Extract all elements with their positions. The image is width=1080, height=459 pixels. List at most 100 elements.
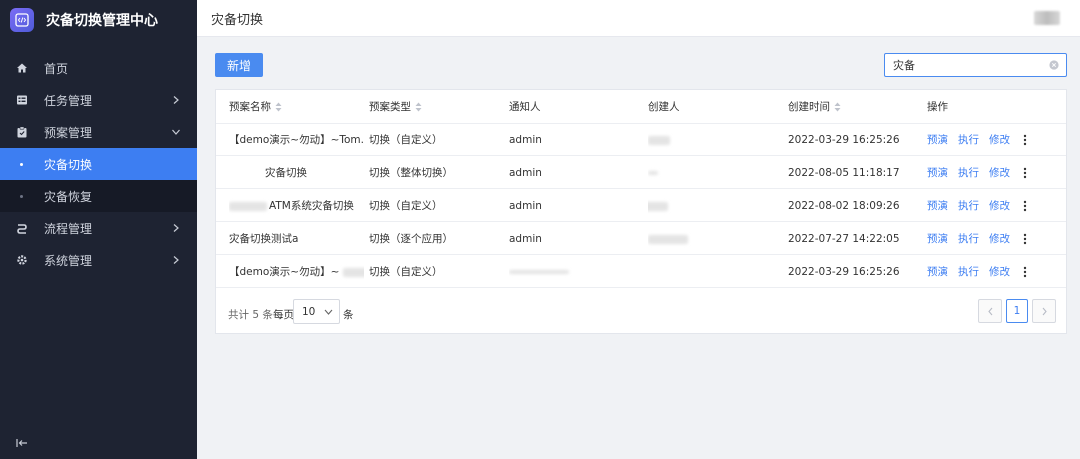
redacted-prefix (229, 201, 267, 211)
preview-link[interactable]: 预演 (927, 266, 948, 278)
execute-link[interactable]: 执行 (958, 134, 979, 146)
more-icon[interactable] (1023, 134, 1027, 146)
table-row: 灾备切换测试a 切换（逐个应用） admin 2022-07-27 14:22:… (216, 223, 1066, 255)
sidebar-item-dr-restore[interactable]: 灾备恢复 (0, 180, 197, 212)
preview-link[interactable]: 预演 (927, 233, 948, 245)
sidebar-item-dr-switch[interactable]: 灾备切换 (0, 148, 197, 180)
plan-type: 切换（逐个应用） (369, 233, 453, 245)
home-icon (16, 62, 28, 74)
row-actions: 预演 执行 修改 (927, 190, 1067, 222)
page-header: 灾备切换 (197, 0, 1080, 37)
sidebar-item-label: 流程管理 (44, 221, 93, 236)
edit-link[interactable]: 修改 (989, 167, 1010, 179)
plan-name: 灾备切换测试a (229, 233, 299, 245)
column-header-type[interactable]: 预案类型 (369, 90, 489, 124)
sidebar-item-system[interactable]: 系统管理 (0, 244, 197, 276)
plan-type: 切换（自定义） (369, 200, 443, 212)
edit-link[interactable]: 修改 (989, 233, 1010, 245)
plan-name: 灾备切换 (265, 167, 307, 179)
notify-redacted (509, 256, 629, 288)
execute-link[interactable]: 执行 (958, 233, 979, 245)
sidebar-item-home[interactable]: 首页 (0, 52, 197, 84)
column-header-name[interactable]: 预案名称 (229, 90, 364, 124)
table-row: ATM系统灾备切换 切换（自定义） admin 2022-08-02 18:09… (216, 190, 1066, 222)
page-number-current[interactable]: 1 (1006, 299, 1028, 323)
execute-link[interactable]: 执行 (958, 167, 979, 179)
more-icon[interactable] (1023, 233, 1027, 245)
edit-link[interactable]: 修改 (989, 266, 1010, 278)
sidebar-item-flows[interactable]: 流程管理 (0, 212, 197, 244)
sidebar-item-label: 首页 (44, 61, 69, 76)
created-time: 2022-07-27 14:22:05 (788, 233, 900, 245)
prev-page-button[interactable] (978, 299, 1002, 323)
add-button[interactable]: 新增 (215, 53, 263, 77)
sidebar-item-plans[interactable]: 预案管理 (0, 116, 197, 148)
created-time: 2022-08-05 11:18:17 (788, 167, 900, 179)
page-size-unit: 条 (343, 309, 354, 321)
avatar[interactable] (1034, 11, 1060, 25)
row-actions: 预演 执行 修改 (927, 157, 1067, 189)
plan-name: 【demo演示~勿动】~Tom... (229, 134, 364, 146)
table-row: 【demo演示~勿动】~Tom... 切换（自定义） admin 2022-03… (216, 124, 1066, 156)
page-size-select[interactable]: 10 (293, 299, 340, 324)
plan-name: ATM系统灾备切换 (229, 190, 364, 222)
flow-icon (16, 222, 28, 234)
total-count: 共计 5 条 (228, 309, 273, 321)
created-time: 2022-03-29 16:25:26 (788, 134, 900, 146)
more-icon[interactable] (1023, 167, 1027, 179)
more-icon[interactable] (1023, 200, 1027, 212)
plan-name: 【demo演示~勿动】~ (229, 256, 364, 288)
edit-link[interactable]: 修改 (989, 200, 1010, 212)
preview-link[interactable]: 预演 (927, 200, 948, 212)
sidebar-item-label: 灾备切换 (44, 157, 93, 172)
preview-link[interactable]: 预演 (927, 134, 948, 146)
chevron-right-icon (173, 96, 179, 104)
redacted-suffix (343, 267, 364, 277)
creator-redacted (648, 190, 768, 222)
notify-person: admin (509, 200, 542, 212)
more-icon[interactable] (1023, 266, 1027, 278)
column-header-time[interactable]: 创建时间 (788, 90, 918, 124)
column-header-actions: 操作 (927, 101, 948, 113)
sort-icon[interactable] (415, 102, 422, 112)
table-row: 【demo演示~勿动】~ 切换（自定义） 2022-03-29 16:25:26… (216, 256, 1066, 288)
execute-link[interactable]: 执行 (958, 200, 979, 212)
plan-type: 切换（自定义） (369, 266, 443, 278)
clear-icon[interactable] (1049, 60, 1059, 70)
table-header: 预案名称 预案类型 通知人 创建人 创建时间 操作 (216, 90, 1066, 124)
search-input[interactable] (885, 54, 1035, 76)
search-box (884, 53, 1067, 77)
creator-redacted (648, 124, 768, 156)
sidebar-item-label: 灾备恢复 (44, 189, 93, 204)
creator-redacted (648, 157, 768, 189)
column-header-creator: 创建人 (648, 101, 680, 113)
sidebar-item-label: 任务管理 (44, 93, 93, 108)
chevron-right-icon (1042, 307, 1047, 315)
task-icon (16, 94, 28, 106)
sort-icon[interactable] (275, 102, 282, 112)
plan-type: 切换（自定义） (369, 134, 443, 146)
table-row: 灾备切换 切换（整体切换） admin 2022-08-05 11:18:17 … (216, 157, 1066, 189)
plan-type: 切换（整体切换） (369, 167, 453, 179)
row-actions: 预演 执行 修改 (927, 124, 1067, 156)
sidebar-item-tasks[interactable]: 任务管理 (0, 84, 197, 116)
bullet-icon (20, 162, 23, 166)
per-page-label: 每页 (273, 309, 294, 321)
execute-link[interactable]: 执行 (958, 266, 979, 278)
preview-link[interactable]: 预演 (927, 167, 948, 179)
notify-person: admin (509, 233, 542, 245)
next-page-button[interactable] (1032, 299, 1056, 323)
page-title: 灾备切换 (211, 12, 264, 28)
app-title: 灾备切换管理中心 (46, 13, 158, 29)
sidebar: 灾备切换管理中心 首页 任务管理 预案管理 灾备切换 灾备恢复 流程管理 系统管… (0, 0, 197, 459)
gear-icon (16, 254, 28, 266)
chevron-down-icon (324, 309, 333, 315)
code-icon (10, 8, 34, 32)
creator-redacted (648, 256, 768, 288)
collapse-sidebar-icon[interactable] (16, 437, 28, 449)
sort-icon[interactable] (834, 102, 841, 112)
plan-table: 预案名称 预案类型 通知人 创建人 创建时间 操作 【demo演示~勿动】~To… (215, 89, 1067, 334)
created-time: 2022-03-29 16:25:26 (788, 266, 900, 278)
edit-link[interactable]: 修改 (989, 134, 1010, 146)
notify-person: admin (509, 134, 542, 146)
